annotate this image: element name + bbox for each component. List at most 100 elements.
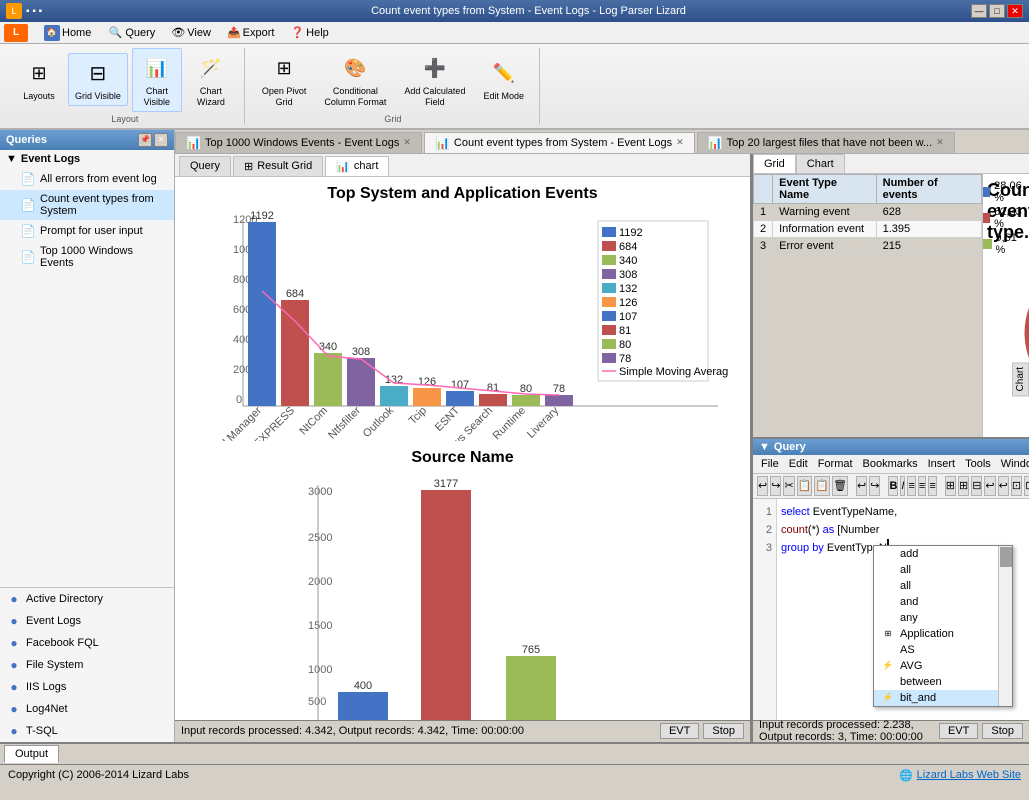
ac-item-all2[interactable]: all xyxy=(874,578,998,594)
qmenu-bookmarks[interactable]: Bookmarks xyxy=(859,457,922,471)
tree-item-tsql[interactable]: ● T-SQL xyxy=(0,720,174,742)
qmenu-format[interactable]: Format xyxy=(814,457,857,471)
qtool-align-left[interactable]: ≡ xyxy=(907,476,915,496)
ac-item-any[interactable]: any xyxy=(874,610,998,626)
ac-item-add[interactable]: add xyxy=(874,546,998,562)
qtool-back2[interactable]: ↩ xyxy=(998,476,1009,496)
tree-item-prompt[interactable]: 📄 Prompt for user input xyxy=(0,220,174,242)
bar-scm[interactable] xyxy=(248,222,276,406)
bar-error[interactable] xyxy=(338,692,388,720)
tree-item-log4net[interactable]: ● Log4Net xyxy=(0,698,174,720)
qmenu-file[interactable]: File xyxy=(757,457,783,471)
qtool-redo[interactable]: ↪ xyxy=(770,476,781,496)
left-stop-btn[interactable]: Stop xyxy=(703,723,744,739)
bar-esnt[interactable] xyxy=(446,391,474,406)
layouts-btn[interactable]: ⊞ Layouts xyxy=(14,53,64,106)
tree-item-event-logs[interactable]: ● Event Logs xyxy=(0,610,174,632)
tab-close-2[interactable]: ✕ xyxy=(936,137,944,148)
qtool-delete[interactable]: 🗑 xyxy=(832,476,848,496)
bar-liverary[interactable] xyxy=(545,395,573,406)
inner-tab-query[interactable]: Query xyxy=(179,156,231,176)
ac-item-between[interactable]: between xyxy=(874,674,998,690)
qtool-grid3[interactable]: ⊟ xyxy=(971,476,982,496)
menu-export[interactable]: 📤 Export xyxy=(219,24,283,41)
conditional-column-btn[interactable]: 🎨 ConditionalColumn Format xyxy=(317,48,393,112)
tree-item-file-system[interactable]: ● File System xyxy=(0,654,174,676)
right-stop-btn[interactable]: Stop xyxy=(982,723,1023,739)
qtool-redo2[interactable]: ↪ xyxy=(869,476,880,496)
ac-item-and[interactable]: and xyxy=(874,594,998,610)
tree-item-all-errors[interactable]: 📄 All errors from event log xyxy=(0,168,174,190)
edit-mode-btn[interactable]: ✏️ Edit Mode xyxy=(476,53,531,106)
menu-query[interactable]: 🔍 Query xyxy=(99,23,163,43)
qtool-box2[interactable]: ⊡ xyxy=(1024,476,1029,496)
maximize-btn[interactable]: □ xyxy=(989,4,1005,18)
qmenu-window[interactable]: Window xyxy=(997,457,1029,471)
chart-visible-btn[interactable]: 📊 ChartVisible xyxy=(132,48,182,112)
qtool-undo2[interactable]: ↩ xyxy=(856,476,867,496)
qtool-grid1[interactable]: ⊞ xyxy=(945,476,956,496)
bar-info[interactable] xyxy=(421,490,471,720)
qtool-bold[interactable]: B xyxy=(888,476,898,496)
left-evt-btn[interactable]: EVT xyxy=(660,723,699,739)
ac-item-avg[interactable]: ⚡ AVG xyxy=(874,658,998,674)
tab-top20[interactable]: 📊 Top 20 largest files that have not bee… xyxy=(697,132,955,153)
bar-outlook[interactable] xyxy=(380,386,408,406)
tab-top1000[interactable]: 📊 Top 1000 Windows Events - Event Logs ✕ xyxy=(175,132,422,153)
menu-home[interactable]: 🏠 Home xyxy=(36,23,99,43)
inner-tab-result-grid[interactable]: ⊞ Result Grid xyxy=(233,156,323,176)
window-controls[interactable]: — □ ✕ xyxy=(971,4,1023,18)
tab-close-0[interactable]: ✕ xyxy=(403,137,411,148)
grid-visible-btn[interactable]: ⊟ Grid Visible xyxy=(68,53,128,106)
tree-item-iis-logs[interactable]: ● IIS Logs xyxy=(0,676,174,698)
bar-mssql[interactable] xyxy=(281,300,309,406)
qtool-italic[interactable]: I xyxy=(900,476,905,496)
qtool-back1[interactable]: ↩ xyxy=(984,476,995,496)
panel-header-buttons[interactable]: 📌 ✕ xyxy=(138,133,168,147)
ac-item-application[interactable]: ⊞ Application xyxy=(874,626,998,642)
right-tab-chart[interactable]: Chart xyxy=(796,154,845,173)
tab-close-1[interactable]: ✕ xyxy=(676,137,684,148)
bar-tcip[interactable] xyxy=(413,388,441,406)
qtool-align-center[interactable]: ≡ xyxy=(918,476,926,496)
tab-count-event[interactable]: 📊 Count event types from System - Event … xyxy=(424,132,695,153)
qmenu-tools[interactable]: Tools xyxy=(961,457,995,471)
tree-item-top1000[interactable]: 📄 Top 1000 Windows Events xyxy=(0,242,174,272)
qtool-align-right[interactable]: ≡ xyxy=(928,476,936,496)
inner-tab-chart[interactable]: 📊 chart xyxy=(325,156,389,176)
add-calculated-btn[interactable]: ➕ Add CalculatedField xyxy=(397,48,472,112)
ac-item-bit-and[interactable]: ⚡ bit_and xyxy=(874,690,998,706)
qtool-grid2[interactable]: ⊞ xyxy=(958,476,969,496)
panel-close-btn[interactable]: ✕ xyxy=(154,133,168,147)
qtool-undo[interactable]: ↩ xyxy=(757,476,768,496)
qtool-copy[interactable]: 📋 xyxy=(797,476,813,496)
close-btn[interactable]: ✕ xyxy=(1007,4,1023,18)
bar-winsearch[interactable] xyxy=(479,394,507,406)
ac-scroll-thumb[interactable] xyxy=(1000,547,1012,567)
ac-scrollbar[interactable] xyxy=(998,546,1012,706)
bar-runtime[interactable] xyxy=(512,395,540,406)
ac-item-all1[interactable]: all xyxy=(874,562,998,578)
bar-warning[interactable] xyxy=(506,656,556,720)
panel-pin-btn[interactable]: 📌 xyxy=(138,133,152,147)
qtool-paste[interactable]: 📋 xyxy=(814,476,830,496)
bar-ntcom[interactable] xyxy=(314,353,342,406)
footer-link[interactable]: Lizard Labs Web Site xyxy=(917,769,1021,781)
menu-view[interactable]: 👁 View xyxy=(163,24,219,41)
chart-wizard-btn[interactable]: 🪄 ChartWizard xyxy=(186,48,236,112)
ac-item-as[interactable]: AS xyxy=(874,642,998,658)
qtool-cut[interactable]: ✂ xyxy=(783,476,794,496)
right-evt-btn[interactable]: EVT xyxy=(939,723,978,739)
query-collapse-btn[interactable]: ▼ xyxy=(759,441,770,453)
tree-item-count-event[interactable]: 📄 Count event types from System xyxy=(0,190,174,220)
footer-link-area[interactable]: 🌐 Lizard Labs Web Site xyxy=(899,769,1021,782)
tree-item-facebook[interactable]: ● Facebook FQL xyxy=(0,632,174,654)
qmenu-edit[interactable]: Edit xyxy=(785,457,812,471)
qmenu-insert[interactable]: Insert xyxy=(924,457,960,471)
right-tab-grid[interactable]: Grid xyxy=(753,154,796,173)
chart-side-tab[interactable]: Chart xyxy=(1012,362,1029,396)
autocomplete-dropdown[interactable]: add all all xyxy=(873,545,1013,707)
output-tab[interactable]: Output xyxy=(4,745,59,763)
open-pivot-grid-btn[interactable]: ⊞ Open PivotGrid xyxy=(255,48,314,112)
tree-root-event-logs[interactable]: ▼ Event Logs xyxy=(0,150,174,168)
